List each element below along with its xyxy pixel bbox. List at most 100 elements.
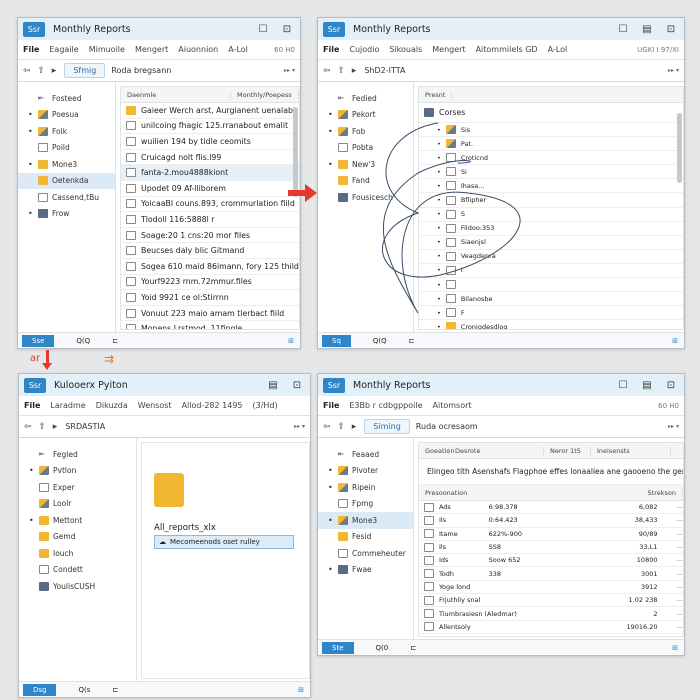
sidebar-item[interactable]: • Poesua bbox=[18, 107, 115, 124]
bottom-tab[interactable]: ⊏ bbox=[112, 686, 118, 694]
tree-item[interactable]: • Ihasa... bbox=[419, 179, 683, 194]
file-row[interactable]: Yoid 9921 ce ol:Stirrnn bbox=[121, 290, 299, 306]
sidebar-item[interactable]: Cassend,tBu bbox=[18, 189, 115, 206]
view-options[interactable]: ▸▸ ▾ bbox=[284, 67, 295, 74]
bottom-tab[interactable]: Q(0 bbox=[376, 644, 389, 652]
sidebar-item[interactable]: YoulisCUSH bbox=[19, 578, 136, 595]
search-field[interactable]: Sfmig bbox=[64, 63, 106, 78]
file-row[interactable]: Monens Lrstmod, 11fingle bbox=[121, 321, 299, 329]
view-options[interactable]: ▸▸ ▾ bbox=[668, 423, 679, 430]
menu-item[interactable]: (3/Hd) bbox=[253, 401, 278, 410]
bottom-tab[interactable]: Q(s bbox=[78, 686, 90, 694]
sidebar-item[interactable]: Fpmg bbox=[318, 496, 413, 513]
bottom-tab[interactable]: ⊏ bbox=[112, 337, 118, 345]
table-row[interactable]: Allentsoly 19016.20 — bbox=[419, 621, 683, 634]
column-header[interactable]: Monthly/Poepess bbox=[231, 90, 299, 99]
sidebar-item[interactable]: ⇤ Fegled bbox=[19, 446, 136, 463]
sidebar-item[interactable]: Oetenkda bbox=[18, 172, 115, 189]
menu-item[interactable]: Aiuonnion bbox=[178, 45, 218, 54]
sidebar-item[interactable]: ⇤ Fosteed bbox=[18, 90, 115, 107]
nav-arrows-icon[interactable]: ⇦ ⇧ ▸ bbox=[23, 66, 58, 76]
column-header[interactable]: Goeation bbox=[419, 446, 454, 455]
table-row[interactable]: Tiumbrasiesn (Aledmar) 2 — bbox=[419, 607, 683, 621]
menu-item[interactable]: Cujodio bbox=[349, 45, 379, 54]
sidebar-item[interactable]: • Frow bbox=[18, 206, 115, 223]
menu-item[interactable]: A-Lol bbox=[228, 45, 248, 54]
menu-item[interactable]: File bbox=[24, 401, 40, 410]
expand-arrow-icon[interactable]: ⇤ bbox=[338, 450, 348, 458]
sidebar-item[interactable]: • Pvtlon bbox=[19, 463, 136, 480]
sidebar-item[interactable]: Commeheuter bbox=[318, 545, 413, 562]
sidebar-item[interactable]: ⇤ Feaaed bbox=[318, 446, 413, 463]
table-row[interactable]: Ids Soow 652 10800 — bbox=[419, 554, 683, 568]
file-row[interactable]: Upodet 09 Af-lliborem bbox=[121, 181, 299, 197]
file-row[interactable]: unilcoing fhagic 125.rranabout emalit bbox=[121, 119, 299, 135]
file-row[interactable]: fanta-2.mou4888kiont bbox=[121, 165, 299, 181]
file-row[interactable]: Tlodoll 116:5888l r bbox=[121, 212, 299, 228]
sidebar-item[interactable]: • Fob bbox=[318, 123, 413, 140]
sidebar-item[interactable]: Fesid bbox=[318, 529, 413, 546]
expand-arrow-icon[interactable]: ⇤ bbox=[38, 94, 48, 102]
column-header[interactable]: Strekson bbox=[642, 488, 683, 497]
menu-item[interactable]: Dikuzda bbox=[96, 401, 128, 410]
window-button-icon[interactable]: ▤ bbox=[639, 380, 655, 391]
table-row[interactable]: Todh 338 3001 — bbox=[419, 567, 683, 581]
menu-item[interactable]: Sikouals bbox=[389, 45, 422, 54]
sidebar-item[interactable]: Exper bbox=[19, 479, 136, 496]
bottom-tab[interactable]: Q(Q bbox=[76, 337, 90, 345]
address-path[interactable]: Ruda ocresaom bbox=[416, 422, 478, 431]
file-row[interactable]: wuilien 194 by tidle ceomits bbox=[121, 134, 299, 150]
window-button-icon[interactable]: ▤ bbox=[265, 380, 281, 391]
sidebar-item[interactable]: Fand bbox=[318, 173, 413, 190]
tree-item[interactable]: • bbox=[419, 278, 683, 293]
table-row[interactable]: Frjuthliy snal 1.02 238 — bbox=[419, 594, 683, 608]
tree-item[interactable]: • Siaenjsl bbox=[419, 236, 683, 250]
menu-item[interactable]: File bbox=[23, 45, 39, 54]
scrollbar[interactable] bbox=[293, 107, 298, 197]
window-button-icon[interactable]: ⊡ bbox=[663, 24, 679, 35]
suggestion-item[interactable]: ☁ Mecomeenods oset rulley bbox=[154, 535, 294, 549]
nav-arrows-icon[interactable]: ⇦ ⇧ ▸ bbox=[323, 422, 358, 432]
table-row[interactable]: Sonal lemit rom 104 224 — bbox=[419, 634, 683, 636]
sidebar-item[interactable]: ⇤ Fedied bbox=[318, 90, 413, 107]
bottom-tab[interactable]: ⊏ bbox=[410, 644, 416, 652]
table-row[interactable]: Ils 0:64.423 38,433 — bbox=[419, 514, 683, 528]
table-row[interactable]: Yoge lond 3912 — bbox=[419, 581, 683, 595]
file-row[interactable]: Vonuut 223 maio amam tlerbact fiild bbox=[121, 306, 299, 322]
bottom-tab[interactable]: ⊏ bbox=[409, 337, 415, 345]
address-path[interactable]: SRDASTIA bbox=[65, 422, 105, 431]
nav-arrows-icon[interactable]: ⇦ ⇧ ▸ bbox=[323, 66, 358, 76]
tree-item[interactable]: • Fildoo:353 bbox=[419, 222, 683, 236]
bottom-tab[interactable]: Ste bbox=[322, 641, 354, 654]
menu-item[interactable]: Aitommilels GD bbox=[476, 45, 538, 54]
menu-item[interactable]: Aitomsort bbox=[433, 401, 472, 410]
window-button-icon[interactable]: ⊡ bbox=[289, 380, 305, 391]
menu-item[interactable]: Mimuoile bbox=[89, 45, 125, 54]
search-field[interactable]: Siming bbox=[364, 419, 410, 434]
window-button-icon[interactable]: ☐ bbox=[615, 380, 631, 391]
bottom-tab[interactable]: Dsg bbox=[23, 683, 57, 696]
file-row[interactable]: Beucses daly blic Gitmand bbox=[121, 243, 299, 259]
tree-item[interactable]: • Bflipher bbox=[419, 193, 683, 208]
expand-arrow-icon[interactable]: ⇤ bbox=[39, 450, 49, 458]
tree-item[interactable]: • S bbox=[419, 208, 683, 222]
sidebar-item[interactable]: Condett bbox=[19, 562, 136, 579]
window-button-icon[interactable]: ⊡ bbox=[663, 380, 679, 391]
column-header[interactable]: Presnt bbox=[419, 90, 453, 99]
tree-item[interactable]: • Bilanosbe bbox=[419, 292, 683, 307]
view-options[interactable]: ▸▸ ▾ bbox=[668, 67, 679, 74]
column-header[interactable]: Daenmle bbox=[121, 90, 231, 99]
sidebar-item[interactable]: • Ripein bbox=[318, 479, 413, 496]
column-header[interactable]: Presoonation bbox=[419, 489, 634, 497]
column-header[interactable]: Neror 1t5 bbox=[544, 446, 591, 455]
view-options[interactable]: ▸▸ ▾ bbox=[294, 423, 305, 430]
expand-arrow-icon[interactable]: ⇤ bbox=[338, 94, 348, 102]
nav-arrows-icon[interactable]: ⇦ ⇧ ▸ bbox=[24, 422, 59, 432]
tree-item[interactable]: • Si bbox=[419, 165, 683, 180]
menu-item[interactable]: Allod-282 1495 bbox=[182, 401, 243, 410]
menu-item[interactable]: Eagaile bbox=[49, 45, 78, 54]
table-row[interactable]: Ads 6:98.378 6,082 — bbox=[419, 501, 683, 515]
sidebar-item[interactable]: • New'3 bbox=[318, 156, 413, 173]
sidebar-item[interactable]: • Pekort bbox=[318, 107, 413, 124]
menu-item[interactable]: Laradme bbox=[50, 401, 85, 410]
